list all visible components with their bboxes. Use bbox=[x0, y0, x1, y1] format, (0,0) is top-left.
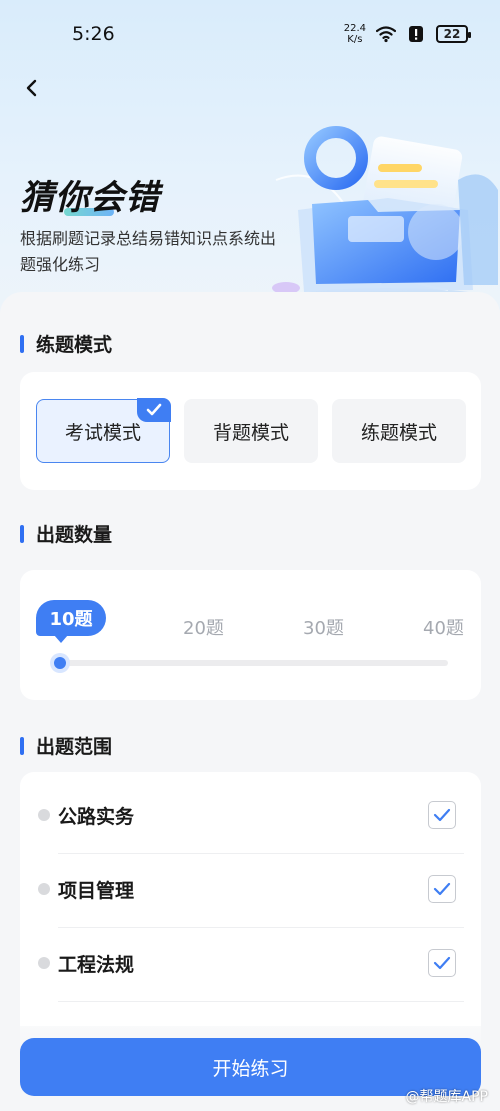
section-marker bbox=[20, 334, 24, 353]
scope-item-project-management[interactable]: 项目管理 bbox=[20, 852, 481, 926]
settings-panel: 练题模式 考试模式 背题模式 练题模式 出题数量 10题 20题 30题 40题 bbox=[0, 292, 500, 1111]
question-count-section-title: 出题数量 bbox=[20, 520, 112, 547]
selected-check-badge bbox=[137, 398, 171, 422]
check-icon bbox=[433, 882, 451, 896]
status-icons: 22.4 K/s 22 bbox=[344, 23, 471, 45]
count-option-20[interactable]: 20题 bbox=[183, 614, 224, 640]
scope-checkbox[interactable] bbox=[428, 949, 456, 977]
check-icon bbox=[433, 808, 451, 822]
battery-icon: 22 bbox=[436, 25, 471, 43]
network-speed-value: 22.4 bbox=[343, 23, 366, 34]
divider bbox=[58, 1001, 464, 1002]
scope-checkbox[interactable] bbox=[428, 875, 456, 903]
count-option-10[interactable]: 10题 bbox=[36, 600, 106, 643]
count-slider-track[interactable] bbox=[52, 660, 448, 666]
mode-option-memorize[interactable]: 背题模式 bbox=[184, 399, 318, 463]
scope-bullet bbox=[38, 809, 50, 821]
scope-checkbox[interactable] bbox=[428, 801, 456, 829]
practice-mode-card: 考试模式 背题模式 练题模式 bbox=[20, 372, 481, 490]
page-title: 猜你会错 bbox=[20, 178, 160, 218]
alert-icon bbox=[409, 26, 423, 42]
count-option-40[interactable]: 40题 bbox=[423, 614, 464, 640]
scope-item-label: 项目管理 bbox=[58, 879, 135, 902]
wifi-icon bbox=[376, 26, 396, 43]
check-icon bbox=[433, 956, 451, 970]
practice-mode-section-title: 练题模式 bbox=[20, 330, 112, 357]
question-count-card: 10题 20题 30题 40题 bbox=[20, 570, 481, 700]
network-speed: 22.4 K/s bbox=[344, 23, 366, 45]
scope-item-highway[interactable]: 公路实务 bbox=[20, 778, 481, 852]
scope-item-engineering-law[interactable]: 工程法规 bbox=[20, 926, 481, 1000]
question-scope-section-title: 出题范围 bbox=[20, 732, 112, 759]
check-icon bbox=[146, 403, 162, 416]
page-subtitle: 根据刷题记录总结易错知识点系统出题强化练习 bbox=[20, 229, 277, 274]
scope-item-label: 工程法规 bbox=[58, 953, 135, 976]
network-speed-unit: K/s bbox=[347, 34, 363, 45]
scope-bullet bbox=[38, 883, 50, 895]
mode-option-label: 练题模式 bbox=[360, 421, 437, 444]
count-slider-thumb[interactable] bbox=[50, 653, 70, 673]
folder-illustration bbox=[272, 126, 498, 308]
mode-option-label: 考试模式 bbox=[64, 421, 141, 444]
mode-option-practice[interactable]: 练题模式 bbox=[332, 399, 466, 463]
count-option-30[interactable]: 30题 bbox=[303, 614, 344, 640]
section-marker bbox=[20, 524, 24, 543]
mode-option-label: 背题模式 bbox=[212, 421, 289, 444]
watermark-text: @帮题库APP bbox=[405, 1089, 488, 1105]
battery-level: 22 bbox=[443, 27, 461, 41]
question-count-title: 出题数量 bbox=[36, 524, 113, 546]
status-bar: 5:26 22.4 K/s 22 bbox=[0, 0, 500, 68]
back-button[interactable] bbox=[16, 72, 48, 104]
chevron-left-icon bbox=[26, 79, 37, 97]
section-marker bbox=[20, 736, 24, 755]
status-time: 5:26 bbox=[72, 23, 115, 45]
practice-mode-title: 练题模式 bbox=[36, 334, 113, 356]
mode-option-exam[interactable]: 考试模式 bbox=[36, 398, 171, 463]
scope-item-label: 公路实务 bbox=[58, 805, 135, 828]
question-scope-title: 出题范围 bbox=[36, 736, 113, 758]
scope-bullet bbox=[38, 957, 50, 969]
